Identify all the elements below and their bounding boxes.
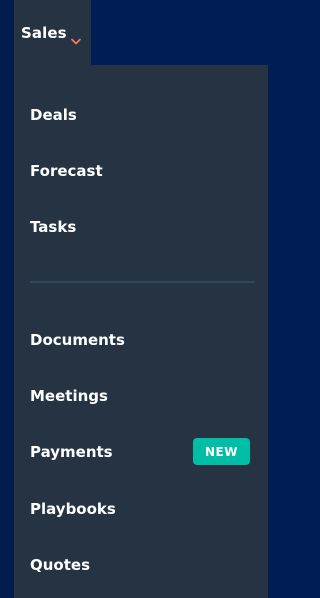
sales-dropdown-menu: Deals Forecast Tasks Documents Meetings … <box>14 65 268 598</box>
sales-nav-label: Sales <box>21 23 67 42</box>
menu-item-label: Tasks <box>30 218 77 236</box>
menu-item-meetings[interactable]: Meetings <box>30 379 254 413</box>
menu-item-quotes[interactable]: Quotes <box>30 548 254 582</box>
menu-item-playbooks[interactable]: Playbooks <box>30 492 254 526</box>
menu-item-forecast[interactable]: Forecast <box>30 154 254 188</box>
menu-item-label: Documents <box>30 331 125 349</box>
menu-item-label: Forecast <box>30 162 103 180</box>
menu-item-label: Payments <box>30 443 113 461</box>
menu-item-label: Deals <box>30 106 77 124</box>
sales-nav-tab[interactable]: Sales <box>14 0 91 65</box>
menu-item-tasks[interactable]: Tasks <box>30 210 254 244</box>
menu-item-label: Quotes <box>30 556 91 574</box>
menu-item-documents[interactable]: Documents <box>30 323 254 357</box>
new-badge: NEW <box>193 438 250 465</box>
chevron-down-icon <box>70 30 81 45</box>
menu-item-label: Playbooks <box>30 500 116 518</box>
menu-divider <box>30 281 255 283</box>
left-edge-strip <box>0 0 14 598</box>
menu-item-label: Meetings <box>30 387 108 405</box>
menu-item-deals[interactable]: Deals <box>30 98 254 132</box>
